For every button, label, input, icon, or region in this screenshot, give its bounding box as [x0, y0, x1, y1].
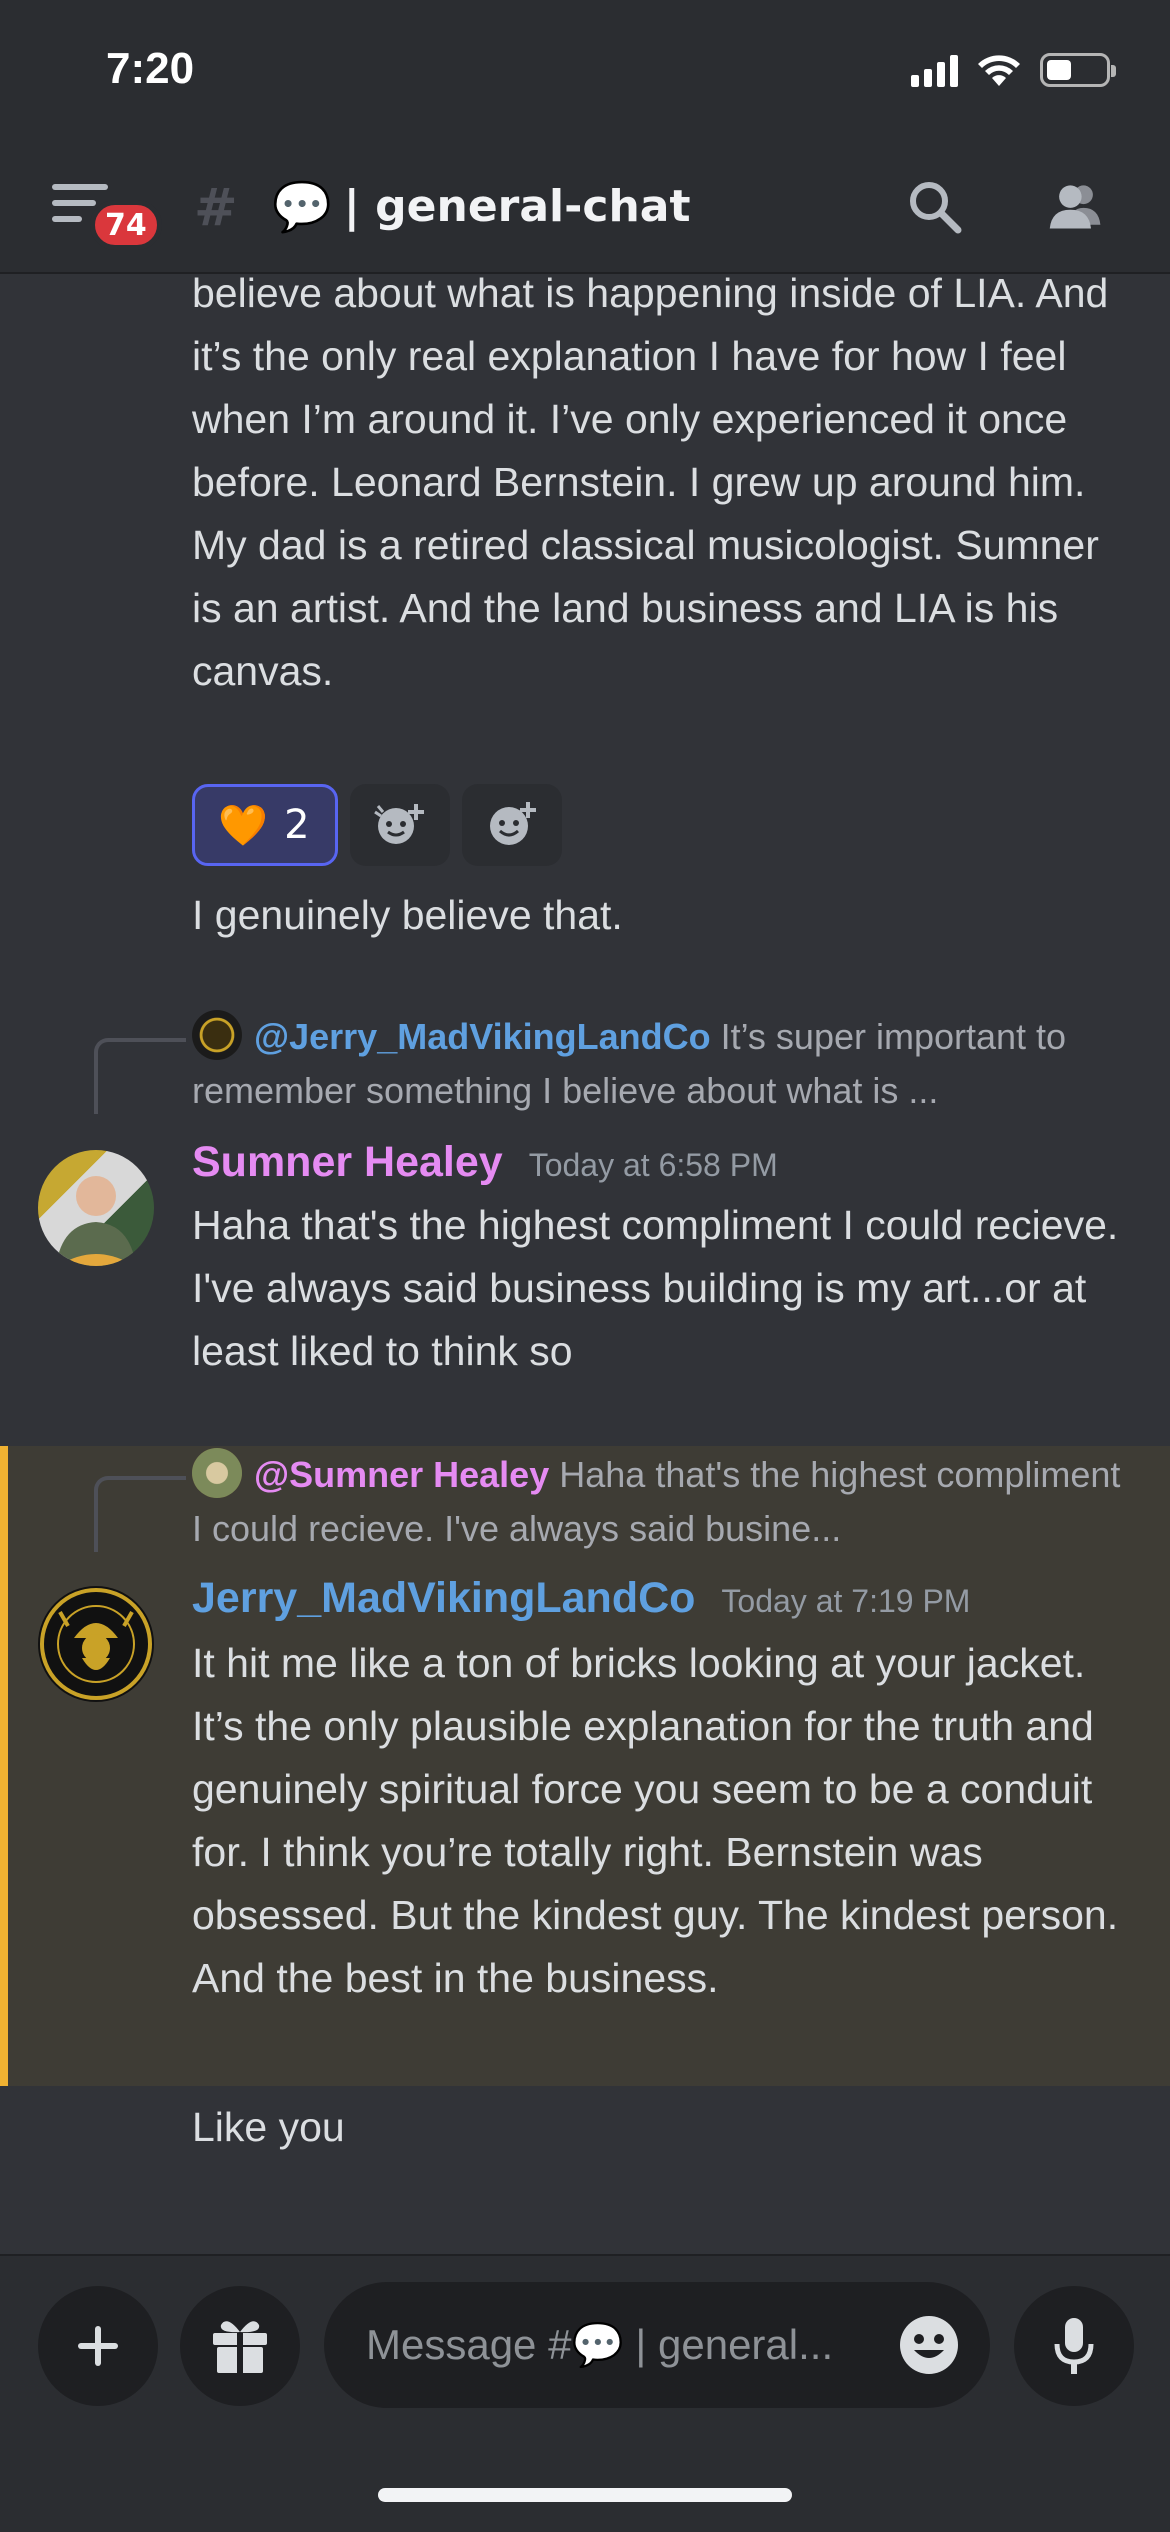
voice-message-button[interactable]: [1014, 2286, 1134, 2406]
add-super-reaction-button[interactable]: [350, 784, 450, 866]
channel-name: | general-chat: [343, 181, 691, 232]
add-reaction-icon: [490, 802, 536, 845]
status-icons: [911, 52, 1116, 88]
reaction-orange-heart[interactable]: 🧡 2: [192, 784, 338, 866]
timestamp: Today at 6:58 PM: [528, 1147, 778, 1183]
viking-seal-icon: [40, 1588, 152, 1700]
reaction-count: 2: [284, 802, 310, 848]
message-header: Sumner Healey Today at 6:58 PM: [192, 1138, 778, 1187]
reply-mention: @Jerry_MadVikingLandCo: [254, 1016, 711, 1057]
plus-icon: [78, 2326, 118, 2366]
top-bar: 7:20 74 # 💬 | general-chat: [0, 0, 1170, 274]
members-icon[interactable]: [1046, 176, 1106, 236]
message-continuation: believe about what is happening inside o…: [192, 276, 1109, 694]
channel-emoji: 💬: [272, 179, 332, 235]
reply-preview[interactable]: @Jerry_MadVikingLandCo It’s super import…: [192, 1010, 1132, 1118]
microphone-icon: [1054, 2318, 1094, 2374]
home-indicator[interactable]: [378, 2488, 792, 2502]
reply-mention: @Sumner Healey: [254, 1454, 550, 1495]
reply-connector: [94, 1038, 186, 1114]
gift-icon: [213, 2321, 267, 2373]
wifi-icon: [978, 55, 1020, 86]
channel-header: 74 # 💬 | general-chat: [0, 160, 1170, 250]
reactions-row: 🧡 2: [192, 784, 562, 866]
add-reaction-button[interactable]: [462, 784, 562, 866]
locked-hash-icon: #: [194, 178, 238, 238]
attach-button[interactable]: [38, 2286, 158, 2406]
message-text: It hit me like a ton of bricks looking a…: [192, 1640, 1119, 2001]
message-text: Haha that's the highest compliment I cou…: [192, 1202, 1119, 1374]
gift-button[interactable]: [180, 2286, 300, 2406]
cellular-signal-icon: [911, 53, 958, 87]
search-icon[interactable]: [904, 176, 964, 236]
author-name[interactable]: Jerry_MadVikingLandCo: [192, 1574, 695, 1623]
emoji-icon[interactable]: [898, 2314, 960, 2376]
reply-connector: [94, 1476, 186, 1552]
battery-icon: [1040, 53, 1116, 87]
reply-preview[interactable]: @Sumner Healey Haha that's the highest c…: [192, 1448, 1132, 1556]
avatar[interactable]: [38, 1586, 154, 1702]
message-input[interactable]: Message #💬 | general...: [324, 2282, 990, 2408]
status-time: 7:20: [106, 44, 195, 93]
avatar-person-icon: [56, 1176, 136, 1266]
notification-badge: 74: [90, 200, 162, 250]
message-header: Jerry_MadVikingLandCo Today at 7:19 PM: [192, 1574, 970, 1623]
message-input-placeholder: Message #💬 | general...: [366, 2320, 834, 2368]
message-list[interactable]: believe about what is happening inside o…: [0, 276, 1170, 2254]
reply-avatar: [192, 1010, 242, 1061]
message-text: I genuinely believe that.: [192, 892, 623, 938]
timestamp: Today at 7:19 PM: [721, 1583, 971, 1619]
reply-avatar: [192, 1448, 242, 1499]
menu-icon: [52, 184, 108, 190]
orange-heart-icon: 🧡: [218, 802, 269, 849]
channel-title[interactable]: 💬 | general-chat: [272, 178, 691, 235]
avatar[interactable]: [38, 1150, 154, 1266]
add-super-reaction-icon: [374, 804, 424, 844]
message-text: Like you: [192, 2104, 345, 2150]
author-name[interactable]: Sumner Healey: [192, 1138, 503, 1187]
